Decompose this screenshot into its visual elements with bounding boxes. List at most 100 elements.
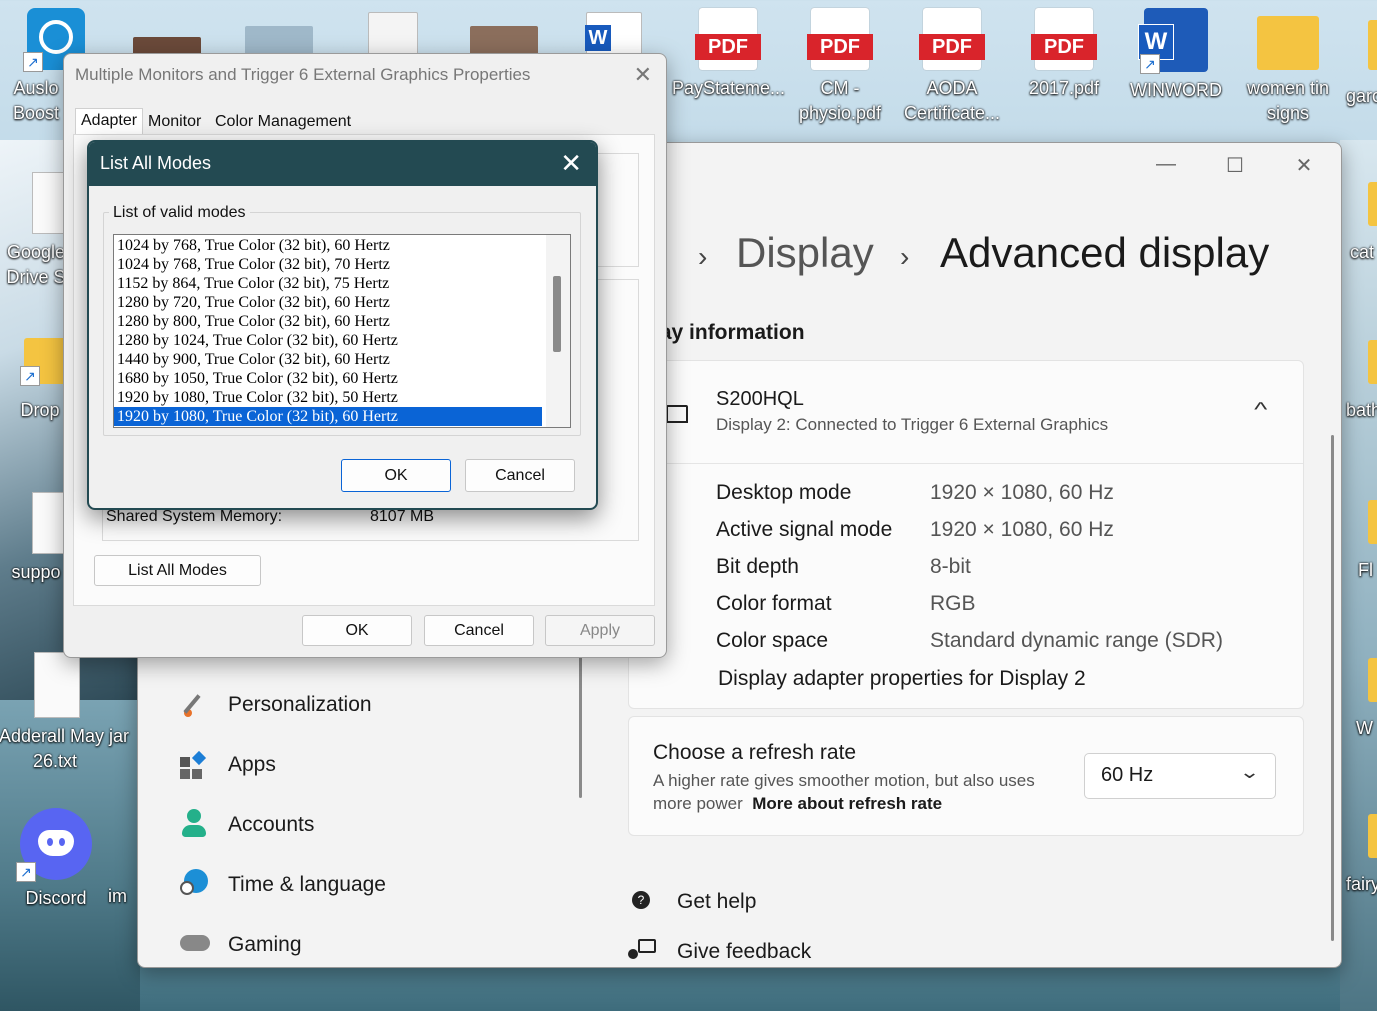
feedback-icon bbox=[626, 939, 656, 965]
desktop-icon-partial[interactable]: fairy bbox=[1346, 814, 1377, 897]
desktop-icon-partial[interactable]: W bbox=[1356, 658, 1377, 741]
modes-listbox[interactable]: 1024 by 768, True Color (32 bit), 60 Her… bbox=[113, 234, 571, 428]
desktop-icon-label: physio.pdf bbox=[798, 103, 882, 123]
nav-personalization[interactable]: Personalization bbox=[228, 693, 372, 717]
breadcrumb-display[interactable]: Display bbox=[736, 229, 874, 277]
refresh-rate-subtitle: A higher rate gives smoother motion, but… bbox=[653, 771, 1035, 813]
desktop-icon-label-partial[interactable]: im bbox=[108, 884, 138, 909]
desktop-icon-label: Certificate... bbox=[903, 103, 1001, 123]
shortcut-arrow-icon: ↗ bbox=[20, 366, 40, 386]
refresh-rate-dropdown[interactable]: 60 Hz ⌄ bbox=[1084, 753, 1276, 799]
desktop-icon-women-tin-signs-folder[interactable]: women tin signs bbox=[1232, 8, 1344, 126]
group-label: List of valid modes bbox=[109, 204, 250, 222]
row-label: Desktop mode bbox=[716, 481, 852, 504]
row-label: Bit depth bbox=[716, 555, 799, 578]
folder-icon bbox=[1368, 182, 1377, 226]
chevron-up-icon[interactable]: ^ bbox=[1254, 399, 1267, 422]
mode-list-item[interactable]: 1280 by 720, True Color (32 bit), 60 Her… bbox=[114, 293, 542, 312]
nav-time-language[interactable]: Time & language bbox=[228, 873, 386, 897]
mode-list-item[interactable]: 1920 by 1080, True Color (32 bit), 60 He… bbox=[114, 407, 542, 426]
desktop-icon-winword[interactable]: W ↗ WINWORD bbox=[1120, 8, 1232, 103]
desktop-icon-2017-pdf[interactable]: PDF 2017.pdf bbox=[1008, 8, 1120, 101]
desktop-icon-cm-physio-pdf[interactable]: PDF CM - physio.pdf bbox=[784, 8, 896, 126]
tab-monitor[interactable]: Monitor bbox=[143, 110, 206, 134]
nav-gaming[interactable]: Gaming bbox=[228, 933, 302, 957]
list-all-modes-dialog: List All Modes ✕ List of valid modes 102… bbox=[87, 140, 598, 510]
discord-icon: ↗ bbox=[16, 808, 92, 882]
mode-list-item[interactable]: 1024 by 768, True Color (32 bit), 70 Her… bbox=[114, 255, 542, 274]
content-scrollbar[interactable] bbox=[1331, 435, 1334, 941]
mode-list-item[interactable]: 1280 by 1024, True Color (32 bit), 60 He… bbox=[114, 331, 542, 350]
tab-adapter[interactable]: Adapter bbox=[75, 108, 144, 137]
minimize-button[interactable]: — bbox=[1146, 153, 1186, 176]
row-value: 1920 × 1080, 60 Hz bbox=[930, 481, 1114, 504]
mode-list-item[interactable]: 1152 by 864, True Color (32 bit), 75 Her… bbox=[114, 274, 542, 293]
adapter-properties-link[interactable]: Display adapter properties for Display 2 bbox=[718, 667, 1086, 691]
ok-button[interactable]: OK bbox=[302, 615, 412, 646]
desktop-icon-label: PayStateme... bbox=[672, 78, 786, 98]
ok-button[interactable]: OK bbox=[341, 459, 451, 492]
desktop-word-thumbnail[interactable]: W bbox=[585, 12, 642, 56]
row-value: Standard dynamic range (SDR) bbox=[930, 629, 1223, 652]
folder-icon bbox=[1257, 16, 1319, 70]
globe-clock-icon bbox=[180, 869, 208, 897]
nav-apps[interactable]: Apps bbox=[228, 753, 276, 777]
desktop-icon-partial[interactable]: Fl bbox=[1358, 500, 1377, 583]
mode-list-item[interactable]: 1680 by 1050, True Color (32 bit), 60 He… bbox=[114, 369, 542, 388]
shortcut-arrow-icon: ↗ bbox=[1140, 54, 1160, 74]
row-label: Active signal mode bbox=[716, 518, 893, 541]
get-help-icon: ? bbox=[626, 887, 654, 913]
desktop-icon-partial[interactable]: bath bbox=[1346, 340, 1377, 423]
desktop-icon-partial[interactable]: cat bbox=[1350, 182, 1377, 265]
tab-color-management[interactable]: Color Management bbox=[210, 110, 356, 134]
apply-button[interactable]: Apply bbox=[545, 615, 655, 646]
shared-memory-value: 8107 MB bbox=[370, 508, 435, 525]
cancel-button[interactable]: Cancel bbox=[465, 459, 575, 492]
close-icon[interactable]: ✕ bbox=[634, 62, 652, 88]
close-icon[interactable]: ✕ bbox=[560, 148, 582, 179]
scrollbar-thumb[interactable] bbox=[553, 276, 561, 352]
desktop-icon-aoda-certificate-pdf[interactable]: PDF AODA Certificate... bbox=[896, 8, 1008, 126]
desktop-icon-label: CM - bbox=[820, 78, 860, 98]
breadcrumb-chevron-icon: › bbox=[698, 241, 708, 272]
desktop-icon-adderall-txt[interactable]: Adderall May jar 26.txt bbox=[0, 652, 140, 774]
row-value: RGB bbox=[930, 592, 976, 615]
row-label: Color format bbox=[716, 592, 832, 615]
nav-accounts[interactable]: Accounts bbox=[228, 813, 314, 837]
desktop-icon-label: signs bbox=[1266, 103, 1310, 123]
gamepad-icon bbox=[180, 931, 210, 959]
mode-list-item[interactable]: 1280 by 800, True Color (32 bit), 60 Her… bbox=[114, 312, 542, 331]
shared-memory-label: Shared System Memory: bbox=[106, 508, 283, 525]
folder-icon: ↗ bbox=[20, 338, 68, 386]
desktop-icon-label: Adderall May jar bbox=[0, 726, 130, 746]
dialog-title: Multiple Monitors and Trigger 6 External… bbox=[75, 65, 531, 84]
desktop-icon-partial[interactable]: garc bbox=[1340, 20, 1377, 109]
text-file-icon bbox=[34, 652, 80, 718]
pdf-file-icon: PDF bbox=[695, 8, 761, 70]
close-button[interactable]: ✕ bbox=[1284, 153, 1324, 178]
desktop-icon-label: 2017.pdf bbox=[1028, 78, 1100, 98]
desktop-icon-paystatement-pdf[interactable]: PDF PayStateme... bbox=[672, 8, 786, 101]
refresh-rate-link[interactable]: More about refresh rate bbox=[752, 794, 942, 813]
folder-icon bbox=[1368, 814, 1377, 858]
folder-icon bbox=[1368, 658, 1377, 702]
cancel-button[interactable]: Cancel bbox=[424, 615, 534, 646]
folder-icon bbox=[1368, 20, 1377, 70]
word-icon: W ↗ bbox=[1138, 8, 1208, 74]
listbox-scrollbar[interactable] bbox=[546, 235, 570, 427]
get-help-link[interactable]: Get help bbox=[677, 890, 756, 914]
pdf-file-icon: PDF bbox=[807, 8, 873, 70]
list-all-modes-button[interactable]: List All Modes bbox=[94, 555, 261, 586]
shortcut-arrow-icon: ↗ bbox=[23, 52, 43, 72]
mode-list-item[interactable]: 1920 by 1080, True Color (32 bit), 50 He… bbox=[114, 388, 542, 407]
folder-icon bbox=[1368, 500, 1377, 544]
desktop-document-thumbnail[interactable] bbox=[368, 12, 418, 56]
maximize-button[interactable]: ☐ bbox=[1215, 153, 1255, 178]
mode-list-item[interactable]: 1440 by 900, True Color (32 bit), 60 Her… bbox=[114, 350, 542, 369]
desktop-icon-label: women tin bbox=[1246, 78, 1330, 98]
give-feedback-link[interactable]: Give feedback bbox=[677, 940, 811, 964]
accounts-icon bbox=[180, 809, 208, 837]
mode-list-item[interactable]: 1024 by 768, True Color (32 bit), 60 Her… bbox=[114, 236, 542, 255]
nav-scrollbar[interactable] bbox=[579, 648, 582, 798]
desktop-icon-discord[interactable]: ↗ Discord bbox=[0, 808, 112, 911]
